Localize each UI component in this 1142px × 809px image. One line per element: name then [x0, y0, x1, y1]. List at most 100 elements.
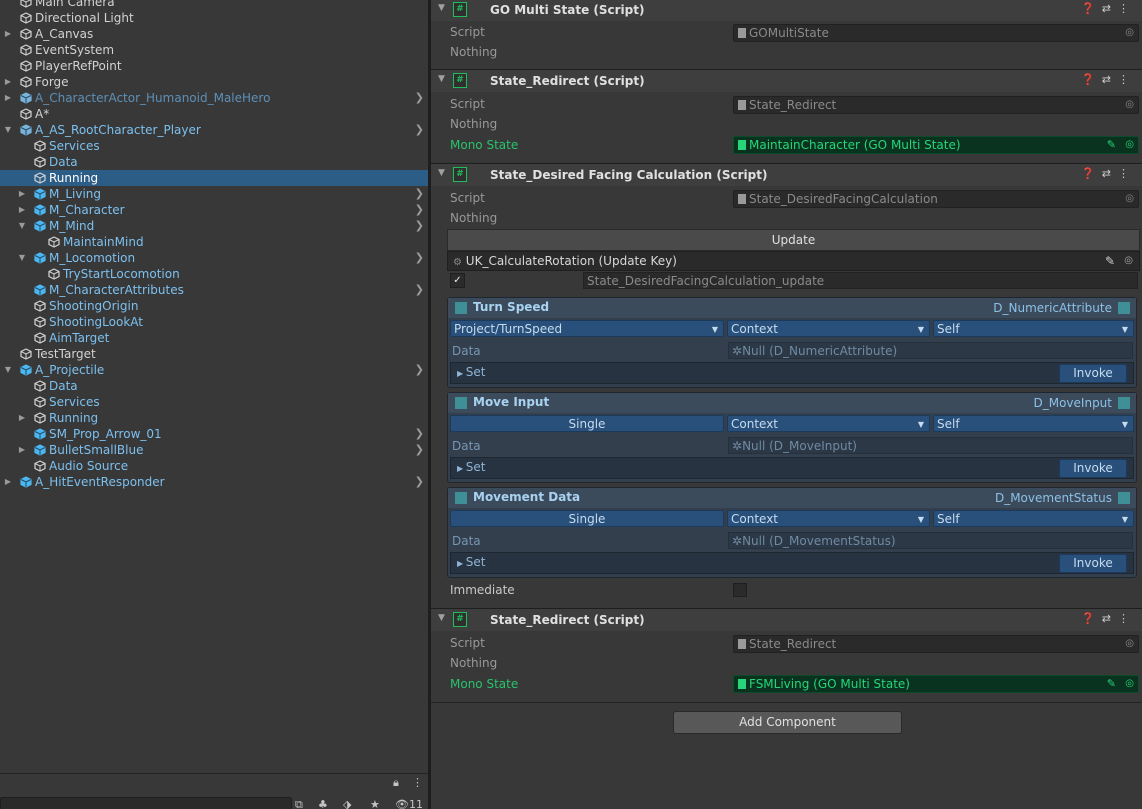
data-field[interactable]: ✲Null (D_MovementStatus) [728, 532, 1133, 549]
open-prefab-chevron-icon[interactable]: ❯ [415, 282, 424, 298]
hierarchy-row[interactable]: ▶ A_Canvas [0, 26, 428, 42]
hierarchy-row[interactable]: AimTarget [0, 330, 428, 346]
open-prefab-chevron-icon[interactable]: ❯ [415, 122, 424, 138]
foldout-arrow-icon[interactable]: ▼ [438, 3, 445, 13]
open-prefab-chevron-icon[interactable]: ❯ [415, 442, 424, 458]
collapsed-arrow-icon[interactable]: ▶ [3, 474, 13, 490]
hierarchy-row[interactable]: Data [0, 154, 428, 170]
hierarchy-row[interactable]: ShootingOrigin [0, 298, 428, 314]
collapsed-arrow-icon[interactable]: ▶ [457, 464, 466, 473]
open-prefab-chevron-icon[interactable]: ❯ [415, 218, 424, 234]
set-foldout[interactable]: ▶ Set Invoke [450, 552, 1134, 574]
mono-state-field[interactable]: MaintainCharacter (GO Multi State) ✎ ◎ [733, 136, 1139, 154]
hierarchy-row[interactable]: ▶ M_Character ❯ [0, 202, 428, 218]
hierarchy-row[interactable]: Directional Light [0, 10, 428, 26]
mono-state-field[interactable]: FSMLiving (GO Multi State) ✎ ◎ [733, 675, 1139, 693]
section-header[interactable]: Move Input D_MoveInput [448, 393, 1136, 413]
target-icon[interactable]: ◎ [1125, 97, 1134, 113]
hierarchy-row[interactable]: Data [0, 378, 428, 394]
collapsed-arrow-icon[interactable]: ▶ [3, 90, 13, 106]
collapsed-arrow-icon[interactable]: ▶ [17, 186, 27, 202]
collapsed-arrow-icon[interactable]: ▶ [17, 410, 27, 426]
edit-pencil-icon[interactable]: ✎ [1107, 676, 1116, 692]
open-prefab-chevron-icon[interactable]: ❯ [415, 426, 424, 442]
visibility-toggle-icon[interactable]: ♣ [318, 798, 328, 809]
edit-pencil-icon[interactable]: ✎ [1107, 137, 1116, 153]
expanded-arrow-icon[interactable]: ▼ [17, 250, 27, 266]
component-header-desired-facing[interactable]: ▼ # State_Desired Facing Calculation (Sc… [431, 163, 1142, 186]
immediate-checkbox[interactable] [733, 583, 747, 597]
self-dropdown[interactable]: Self ▼ [933, 415, 1134, 432]
open-prefab-chevron-icon[interactable]: ❯ [415, 474, 424, 490]
script-field[interactable]: State_Redirect ◎ [733, 96, 1139, 114]
hierarchy-row[interactable]: PlayerRefPoint [0, 58, 428, 74]
hierarchy-row[interactable]: Main Camera [0, 0, 428, 10]
script-field[interactable]: GOMultiState ◎ [733, 24, 1139, 42]
context-dropdown[interactable]: Context ▼ [727, 415, 930, 432]
hierarchy-row[interactable]: Running [0, 170, 428, 186]
component-header-state-redirect-2[interactable]: ▼ # State_Redirect (Script) ❓⇄⋮ [431, 608, 1142, 631]
mode-button[interactable]: Single [450, 510, 724, 527]
scene-filter-icon[interactable]: ⧉ [295, 798, 303, 809]
hierarchy-row[interactable]: SM_Prop_Arrow_01 ❯ [0, 426, 428, 442]
hierarchy-row[interactable]: ▼ A_Projectile ❯ [0, 362, 428, 378]
component-header-icons[interactable]: ❓⇄⋮ [1081, 73, 1136, 86]
target-icon[interactable]: ◎ [1125, 191, 1134, 207]
add-component-button[interactable]: Add Component [673, 711, 902, 734]
lock-icon[interactable]: 🔒︎ [393, 776, 399, 790]
collapsed-arrow-icon[interactable]: ▶ [457, 369, 466, 378]
component-header-go-multi-state[interactable]: ▼ # GO Multi State (Script) ❓⇄⋮ [431, 0, 1142, 21]
data-field[interactable]: ✲Null (D_MoveInput) [728, 437, 1133, 454]
hierarchy-row[interactable]: ▶ Running [0, 410, 428, 426]
update-enabled-checkbox[interactable]: ✓ [450, 273, 465, 288]
mode-button[interactable]: Single [450, 415, 724, 432]
expanded-arrow-icon[interactable]: ▼ [17, 218, 27, 234]
component-header-icons[interactable]: ❓⇄⋮ [1081, 2, 1136, 15]
kebab-menu-icon[interactable]: ⋮ [412, 776, 423, 789]
hierarchy-row[interactable]: ▼ M_Locomotion ❯ [0, 250, 428, 266]
update-key-field[interactable]: ⚙ UK_CalculateRotation (Update Key) ✎ ◎ [447, 251, 1140, 271]
hierarchy-row[interactable]: TestTarget [0, 346, 428, 362]
open-prefab-chevron-icon[interactable]: ❯ [415, 362, 424, 378]
foldout-arrow-icon[interactable]: ▼ [438, 74, 445, 84]
hidden-count-icon[interactable]: 👁︎11 [395, 798, 423, 809]
hierarchy-row[interactable]: EventSystem [0, 42, 428, 58]
hierarchy-row[interactable]: ▶ M_Living ❯ [0, 186, 428, 202]
invoke-button[interactable]: Invoke [1059, 554, 1127, 573]
data-field[interactable]: ✲Null (D_NumericAttribute) [728, 342, 1133, 359]
foldout-arrow-icon[interactable]: ▼ [438, 168, 445, 178]
hierarchy-search-input[interactable] [0, 797, 292, 809]
hierarchy-row[interactable]: M_CharacterAttributes ❯ [0, 282, 428, 298]
source-dropdown[interactable]: Project/TurnSpeed ▼ [450, 320, 724, 337]
foldout-arrow-icon[interactable]: ▼ [438, 613, 445, 623]
target-icon[interactable]: ◎ [1125, 676, 1134, 692]
script-field[interactable]: State_Redirect ◎ [733, 635, 1139, 653]
hierarchy-row[interactable]: MaintainMind [0, 234, 428, 250]
hierarchy-row[interactable]: ▼ A_AS_RootCharacter_Player ❯ [0, 122, 428, 138]
collapsed-arrow-icon[interactable]: ▶ [3, 74, 13, 90]
target-icon[interactable]: ◎ [1125, 25, 1134, 41]
target-icon[interactable]: ◎ [1125, 137, 1134, 153]
set-foldout[interactable]: ▶ Set Invoke [450, 362, 1134, 384]
collapsed-arrow-icon[interactable]: ▶ [17, 202, 27, 218]
invoke-button[interactable]: Invoke [1059, 364, 1127, 383]
collapsed-arrow-icon[interactable]: ▶ [457, 559, 466, 568]
hierarchy-row[interactable]: A* [0, 106, 428, 122]
hierarchy-row[interactable]: ShootingLookAt [0, 314, 428, 330]
context-dropdown[interactable]: Context ▼ [727, 510, 930, 527]
hierarchy-row[interactable]: Services [0, 394, 428, 410]
open-prefab-chevron-icon[interactable]: ❯ [415, 250, 424, 266]
hierarchy-row[interactable]: Services [0, 138, 428, 154]
section-header[interactable]: Turn Speed D_NumericAttribute [448, 298, 1136, 318]
component-header-icons[interactable]: ❓⇄⋮ [1081, 167, 1136, 180]
favorite-star-icon[interactable]: ★ [370, 798, 380, 809]
tag-icon[interactable]: ⬗ [343, 798, 351, 809]
collapsed-arrow-icon[interactable]: ▶ [3, 26, 13, 42]
invoke-button[interactable]: Invoke [1059, 459, 1127, 478]
open-prefab-chevron-icon[interactable]: ❯ [415, 202, 424, 218]
self-dropdown[interactable]: Self ▼ [933, 320, 1134, 337]
hierarchy-row[interactable]: ▼ M_Mind ❯ [0, 218, 428, 234]
hierarchy-row[interactable]: ▶ A_CharacterActor_Humanoid_MaleHero ❯ [0, 90, 428, 106]
script-field[interactable]: State_DesiredFacingCalculation ◎ [733, 190, 1139, 208]
self-dropdown[interactable]: Self ▼ [933, 510, 1134, 527]
